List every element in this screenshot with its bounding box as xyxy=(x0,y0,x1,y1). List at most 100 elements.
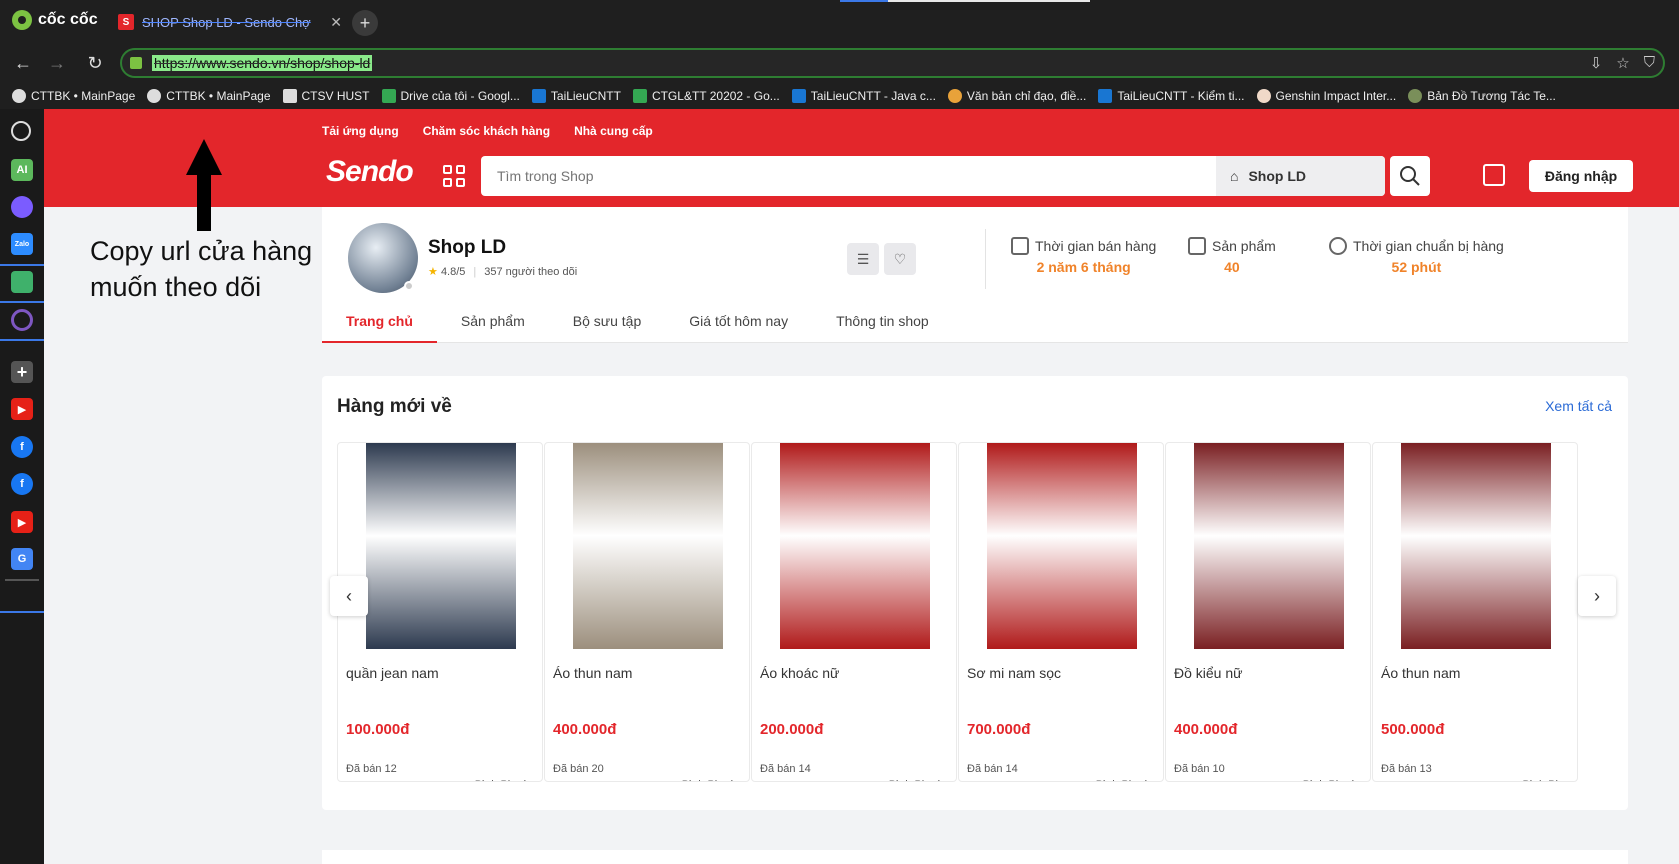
translate-icon[interactable]: G xyxy=(11,548,33,570)
product-location: Bình Phước xyxy=(1096,779,1155,781)
bookmark-star-icon[interactable]: ☆ xyxy=(1616,54,1629,72)
bookmark-item[interactable]: TaiLieuCNTT - Kiểm ti... xyxy=(1098,89,1245,103)
address-url[interactable]: https://www.sendo.vn/shop/shop-ld xyxy=(152,55,373,71)
address-bar[interactable]: https://www.sendo.vn/shop/shop-ld ⇩ ☆ ⛉ xyxy=(120,48,1665,78)
product-location: Bình Phước xyxy=(682,779,741,781)
drive-icon xyxy=(381,89,396,103)
shop-scope-select[interactable]: ⌂ Shop LD ⌄ xyxy=(1216,156,1385,196)
bookmarks-bar: CTTBK • MainPage CTTBK • MainPage CTSV H… xyxy=(0,83,1679,109)
sendo-logo[interactable]: Sendo xyxy=(326,155,414,189)
product-name[interactable]: Áo khoác nữ xyxy=(760,665,839,681)
product-card[interactable]: Áo thun nam 500.000đ Đã bán 13 5/5 ★ Bình Ph… xyxy=(1372,442,1578,782)
web-page: Tải ứng dụng Chăm sóc khách hàng Nhà cun… xyxy=(44,109,1679,864)
annotation-text: Copy url cửa hàng muốn theo dõi xyxy=(90,236,313,302)
product-rating: 5/5 ★ xyxy=(1174,779,1202,781)
product-card[interactable]: Áo thun nam 400.000đ Đã bán 20 5/5 ★ Bình Ph… xyxy=(544,442,750,782)
follow-button[interactable]: ♡ xyxy=(884,243,916,275)
new-tab-button[interactable]: + xyxy=(352,10,378,36)
product-photo xyxy=(366,443,516,649)
tab-collections[interactable]: Bộ sưu tập xyxy=(549,305,666,343)
youtube-icon[interactable]: ▶ xyxy=(11,398,33,420)
bookmark-item[interactable]: CTTBK • MainPage xyxy=(12,89,135,103)
back-arrow-icon[interactable]: ← xyxy=(12,53,34,74)
login-button[interactable]: Đăng nhập xyxy=(1529,160,1633,192)
product-name[interactable]: Sơ mi nam sọc xyxy=(967,665,1061,681)
page-icon xyxy=(282,89,297,103)
product-card[interactable]: Đồ kiểu nữ 400.000đ Đã bán 10 5/5 ★ Bình Phư… xyxy=(1165,442,1371,782)
search-box: ⌂ Shop LD ⌄ xyxy=(481,156,1385,196)
product-image[interactable] xyxy=(338,443,542,649)
sidebar-divider xyxy=(0,611,44,613)
view-all-link[interactable]: Xem tất cả xyxy=(1545,398,1612,414)
shop-followers: 357 người theo dõi xyxy=(484,265,578,278)
product-image[interactable] xyxy=(545,443,749,649)
add-panel-icon[interactable]: + xyxy=(11,361,33,383)
game-controller-icon[interactable] xyxy=(11,271,33,293)
shop-name: Shop LD xyxy=(428,237,507,258)
search-input[interactable] xyxy=(481,156,1216,196)
tab-deals[interactable]: Giá tốt hôm nay xyxy=(665,305,812,343)
search-button[interactable] xyxy=(1390,156,1430,196)
q-app-icon[interactable] xyxy=(11,309,33,331)
zalo-icon[interactable]: Zalo xyxy=(11,233,33,255)
stat-products: Sản phẩm 40 xyxy=(1188,237,1276,275)
cart-icon[interactable] xyxy=(1483,164,1505,186)
product-image[interactable] xyxy=(959,443,1163,649)
reload-icon[interactable]: ↻ xyxy=(84,53,106,74)
product-image[interactable] xyxy=(1373,443,1577,649)
youtube-icon[interactable]: ▶ xyxy=(11,511,33,533)
search-icon xyxy=(1400,166,1420,186)
product-price: 400.000đ xyxy=(553,721,617,738)
browser-brand[interactable]: cốc cốc xyxy=(12,10,98,30)
carousel-next-button[interactable]: › xyxy=(1578,576,1616,616)
shop-avatar[interactable] xyxy=(348,223,418,293)
product-name[interactable]: Áo thun nam xyxy=(553,665,632,681)
bookmark-item[interactable]: Drive của tôi - Googl... xyxy=(381,89,520,103)
tab-shop-info[interactable]: Thông tin shop xyxy=(812,305,953,343)
extension-shield-icon[interactable]: ⛉ xyxy=(1644,54,1655,72)
bookmark-item[interactable]: CTGL&TT 20202 - Go... xyxy=(632,89,780,103)
tab-home[interactable]: Trang chủ xyxy=(322,305,437,343)
install-app-icon[interactable]: ⇩ xyxy=(1590,54,1603,72)
category-grid-icon[interactable] xyxy=(443,165,465,187)
bookmark-item[interactable]: CTSV HUST xyxy=(282,89,370,103)
carousel-prev-button[interactable]: ‹ xyxy=(330,576,368,616)
messenger-icon[interactable] xyxy=(11,196,33,218)
browser-tab-active[interactable]: S SHOP Shop LD - Sendo Chợ ✕ xyxy=(110,8,350,36)
product-name[interactable]: Áo thun nam xyxy=(1381,665,1460,681)
top-link-support[interactable]: Chăm sóc khách hàng xyxy=(423,124,550,138)
stat-value: 2 năm 6 tháng xyxy=(1036,259,1131,275)
bookmark-item[interactable]: Văn bản chỉ đạo, điề... xyxy=(947,89,1086,103)
forward-arrow-icon[interactable]: → xyxy=(46,53,68,74)
product-card[interactable]: Áo khoác nữ 200.000đ Đã bán 14 5/5 ★ Bình Ph… xyxy=(751,442,957,782)
drive-icon xyxy=(632,89,647,103)
bookmark-item[interactable]: TaiLieuCNTT xyxy=(531,89,621,103)
history-icon[interactable] xyxy=(11,121,31,141)
shop-tabs: Trang chủ Sản phẩm Bộ sưu tập Giá tốt hô… xyxy=(322,305,1628,343)
top-link-app[interactable]: Tải ứng dụng xyxy=(322,124,399,138)
product-name[interactable]: Đồ kiểu nữ xyxy=(1174,665,1243,681)
bookmark-item[interactable]: Genshin Impact Inter... xyxy=(1256,89,1396,103)
facebook-icon[interactable]: f xyxy=(11,436,33,458)
product-image[interactable] xyxy=(1166,443,1370,649)
product-photo xyxy=(780,443,930,649)
tab-products[interactable]: Sản phẩm xyxy=(437,305,549,343)
product-image[interactable] xyxy=(752,443,956,649)
chat-icon: ☰ xyxy=(856,250,870,267)
store-icon: ⌂ xyxy=(1230,168,1239,184)
ai-icon[interactable]: AI xyxy=(11,159,33,181)
top-link-supplier[interactable]: Nhà cung cấp xyxy=(574,124,653,138)
chat-button[interactable]: ☰ xyxy=(847,243,879,275)
shop-scope-label: Shop LD xyxy=(1248,168,1307,184)
star-icon: ★ xyxy=(571,780,581,781)
bookmark-item[interactable]: CTTBK • MainPage xyxy=(147,89,271,103)
tab-close-icon[interactable]: ✕ xyxy=(330,14,342,31)
box-icon xyxy=(1188,237,1206,255)
product-card[interactable]: Sơ mi nam sọc 700.000đ Đã bán 14 5/5 ★ Bình … xyxy=(958,442,1164,782)
facebook-icon[interactable]: f xyxy=(11,473,33,495)
bookmark-item[interactable]: Bản Đồ Tương Tác Te... xyxy=(1408,89,1556,103)
product-sold: Đã bán 20 xyxy=(553,763,604,775)
it-icon xyxy=(1098,89,1113,103)
bookmark-item[interactable]: TaiLieuCNTT - Java c... xyxy=(791,89,936,103)
product-name[interactable]: quần jean nam xyxy=(346,665,439,681)
